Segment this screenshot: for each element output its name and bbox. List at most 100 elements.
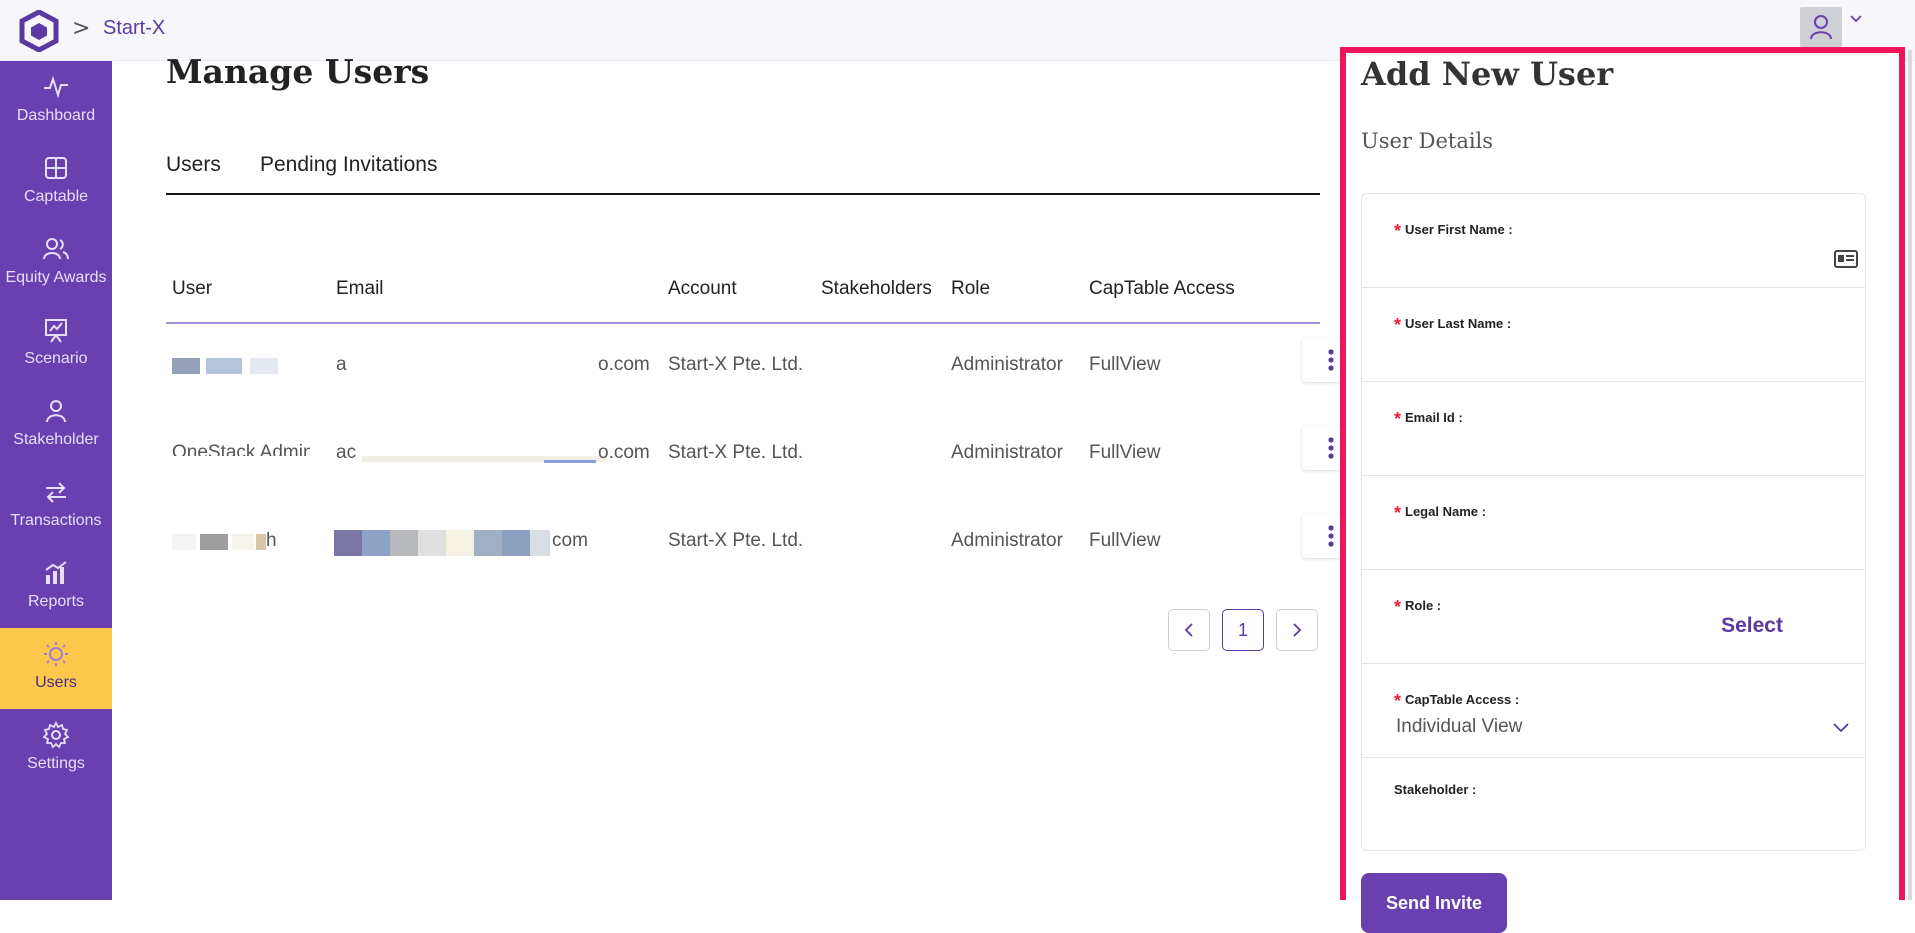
role-select-button[interactable]: Select bbox=[1707, 608, 1797, 644]
field-label: * CapTable Access : bbox=[1394, 688, 1519, 711]
redacted-block bbox=[206, 358, 242, 374]
redacted-block bbox=[390, 530, 418, 556]
user-captable-access: FullView bbox=[1089, 354, 1161, 375]
user-captable-access: FullView bbox=[1089, 442, 1161, 463]
table-header: User Email Account Stakeholders Role Cap… bbox=[166, 195, 1320, 323]
breadcrumb-separator: > bbox=[72, 16, 91, 41]
sidebar: Dashboard Captable Equity Awards Scenari… bbox=[0, 61, 112, 900]
chevron-down-icon[interactable] bbox=[1849, 14, 1863, 24]
chevron-left-icon bbox=[1184, 623, 1193, 637]
settings-icon bbox=[42, 721, 70, 749]
redacted-block bbox=[474, 530, 502, 556]
required-marker: * bbox=[1394, 691, 1402, 711]
redacted-block bbox=[256, 534, 266, 550]
panel-scrollbar[interactable] bbox=[1908, 50, 1912, 900]
field-label-text: Email Id : bbox=[1405, 410, 1463, 425]
sidebar-item-transactions[interactable]: Transactions bbox=[0, 466, 112, 547]
kebab-menu-icon bbox=[1328, 437, 1334, 459]
sidebar-item-settings[interactable]: Settings bbox=[0, 709, 112, 790]
add-user-panel: Add New User User Details * User First Na… bbox=[1340, 47, 1905, 933]
kebab-menu-icon bbox=[1328, 525, 1334, 547]
field-label-text: Legal Name : bbox=[1405, 504, 1486, 519]
tab-bar: Users Pending Invitations bbox=[166, 151, 1320, 195]
sidebar-item-dashboard[interactable]: Dashboard bbox=[0, 61, 112, 142]
scenario-icon bbox=[45, 319, 67, 343]
sidebar-item-label: Scenario bbox=[24, 350, 88, 367]
user-role: Administrator bbox=[951, 442, 1063, 463]
stakeholder-icon bbox=[46, 400, 66, 423]
user-email-end: com bbox=[552, 530, 588, 551]
user-email-end: o.com bbox=[598, 442, 650, 463]
captable-access-field[interactable]: * CapTable Access : Individual View bbox=[1362, 664, 1865, 758]
pagination-prev-button[interactable] bbox=[1168, 609, 1210, 651]
redacted-block bbox=[232, 534, 254, 550]
column-header-user: User bbox=[172, 278, 213, 299]
page-title: Manage Users bbox=[166, 52, 430, 91]
user-avatar[interactable] bbox=[1800, 7, 1842, 47]
required-marker: * bbox=[1394, 409, 1402, 429]
send-invite-button[interactable]: Send Invite bbox=[1361, 873, 1507, 933]
user-account: Start-X Pte. Ltd. bbox=[668, 442, 804, 463]
column-header-stakeholders: Stakeholders bbox=[821, 278, 932, 299]
redacted-block bbox=[362, 530, 390, 556]
sidebar-item-stakeholder[interactable]: Stakeholder bbox=[0, 385, 112, 466]
pagination-page-1[interactable]: 1 bbox=[1222, 609, 1264, 651]
role-field: * Role : Select bbox=[1362, 570, 1865, 664]
tab-users[interactable]: Users bbox=[166, 151, 227, 181]
sidebar-item-label: Reports bbox=[27, 593, 85, 610]
app-logo-icon[interactable] bbox=[19, 10, 59, 52]
stakeholder-field[interactable]: Stakeholder : bbox=[1362, 758, 1865, 852]
sidebar-item-scenario[interactable]: Scenario bbox=[0, 304, 112, 385]
reports-icon bbox=[45, 561, 67, 584]
sidebar-item-label: Settings bbox=[27, 755, 85, 772]
user-account: Start-X Pte. Ltd. bbox=[668, 530, 804, 551]
user-icon bbox=[1810, 15, 1832, 40]
redacted-block bbox=[544, 460, 596, 463]
pagination-next-button[interactable] bbox=[1276, 609, 1318, 651]
contact-card-icon[interactable] bbox=[1834, 250, 1858, 268]
sidebar-item-label: Stakeholder bbox=[13, 431, 99, 448]
sidebar-item-label: Users bbox=[35, 674, 77, 691]
dashboard-icon bbox=[44, 75, 68, 99]
main-content: Manage Users Users Pending Invitations U… bbox=[112, 52, 1360, 900]
user-account: Start-X Pte. Ltd. bbox=[668, 354, 804, 375]
field-label: * User Last Name : bbox=[1394, 312, 1511, 335]
chevron-down-icon bbox=[1833, 723, 1849, 733]
user-name: h bbox=[266, 530, 277, 551]
column-header-email: Email bbox=[336, 278, 384, 299]
captable-access-value: Individual View bbox=[1396, 716, 1523, 737]
panel-title: Add New User bbox=[1361, 55, 1614, 93]
required-marker: * bbox=[1394, 221, 1402, 241]
sidebar-item-label: Transactions bbox=[10, 512, 102, 529]
redacted-block bbox=[172, 534, 196, 550]
legal-name-field[interactable]: * Legal Name : bbox=[1362, 476, 1865, 570]
tab-pending-invitations[interactable]: Pending Invitations bbox=[260, 153, 437, 177]
sidebar-item-label: Dashboard bbox=[16, 107, 96, 124]
redacted-block bbox=[172, 358, 200, 374]
tab-label: Users bbox=[166, 153, 221, 176]
sidebar-item-label: Captable bbox=[23, 188, 89, 205]
user-email-start: ac bbox=[336, 442, 357, 463]
transactions-icon bbox=[46, 482, 66, 503]
sidebar-item-equity-awards[interactable]: Equity Awards bbox=[0, 223, 112, 304]
kebab-menu-icon bbox=[1328, 349, 1334, 371]
sidebar-item-reports[interactable]: Reports bbox=[0, 547, 112, 628]
email-id-field[interactable]: * Email Id : bbox=[1362, 382, 1865, 476]
first-name-field[interactable]: * User First Name : bbox=[1362, 194, 1865, 288]
sidebar-item-captable[interactable]: Captable bbox=[0, 142, 112, 223]
field-label: * User First Name : bbox=[1394, 218, 1513, 241]
last-name-field[interactable]: * User Last Name : bbox=[1362, 288, 1865, 382]
required-marker: * bbox=[1394, 503, 1402, 523]
field-label-text: Role : bbox=[1405, 598, 1442, 613]
user-email-end: o.com bbox=[598, 354, 650, 375]
user-email-start: a bbox=[336, 354, 347, 375]
captable-icon bbox=[45, 157, 67, 179]
users-icon bbox=[44, 642, 68, 666]
sidebar-item-label: Equity Awards bbox=[5, 269, 107, 286]
breadcrumb-company[interactable]: Start-X bbox=[103, 17, 165, 40]
redacted-block bbox=[530, 530, 550, 556]
field-label-text: User First Name : bbox=[1405, 222, 1513, 237]
sidebar-item-users[interactable]: Users bbox=[0, 628, 112, 709]
redacted-block bbox=[334, 530, 362, 556]
field-label: * Role : bbox=[1394, 594, 1442, 617]
